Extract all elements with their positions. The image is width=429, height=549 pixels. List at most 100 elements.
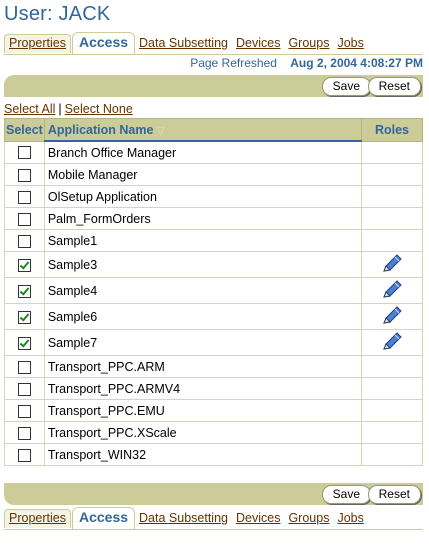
tab-data-subsetting-bottom[interactable]: Data Subsetting — [135, 510, 232, 528]
roles-cell — [361, 329, 423, 356]
selection-links: Select All | Select None — [4, 102, 133, 116]
application-name-cell: Transport_PPC.ARMV4 — [43, 377, 363, 400]
select-checkbox[interactable] — [17, 212, 31, 226]
select-checkbox[interactable] — [17, 190, 31, 204]
select-column-header: Select — [4, 118, 45, 142]
tab-groups[interactable]: Groups — [284, 35, 333, 53]
select-all-link[interactable]: Select All — [4, 102, 55, 116]
select-cell — [4, 421, 45, 444]
tab-devices[interactable]: Devices — [232, 35, 284, 53]
pencil-icon[interactable] — [381, 331, 403, 354]
application-name-header-label: Application Name — [47, 122, 154, 137]
roles-cell — [361, 185, 423, 208]
tab-groups-bottom[interactable]: Groups — [284, 510, 333, 528]
refresh-date: Aug 2, 2004 4:08:27 PM — [290, 56, 423, 70]
application-name-cell: Branch Office Manager — [43, 140, 363, 164]
select-checkbox[interactable] — [17, 168, 31, 182]
select-cell — [4, 251, 45, 278]
roles-cell — [361, 443, 423, 466]
select-cell — [4, 140, 45, 164]
applications-table: Select Application Name ▽ Roles Branch Of… — [4, 118, 423, 466]
select-cell — [4, 207, 45, 230]
select-cell — [4, 329, 45, 356]
select-checkbox[interactable] — [17, 146, 31, 160]
pencil-icon[interactable] — [381, 305, 403, 328]
table-row: Sample3 — [4, 251, 423, 278]
roles-cell — [361, 163, 423, 186]
tab-properties[interactable]: Properties — [4, 34, 71, 53]
table-row: Mobile Manager — [4, 163, 423, 186]
select-checkbox[interactable] — [17, 448, 31, 462]
roles-cell — [361, 377, 423, 400]
tab-jobs-bottom[interactable]: Jobs — [333, 510, 367, 528]
reset-button[interactable]: Reset — [367, 77, 421, 96]
select-checkbox[interactable] — [17, 234, 31, 248]
table-row: Transport_PPC.XScale — [4, 421, 423, 444]
select-checkbox[interactable] — [17, 404, 31, 418]
table-row: Sample4 — [4, 277, 423, 304]
save-button-bottom[interactable]: Save — [321, 485, 371, 504]
tab-access[interactable]: Access — [71, 32, 136, 54]
table-row: Palm_FormOrders — [4, 207, 423, 230]
tab-bar-top: Properties Access Data Subsetting Device… — [4, 32, 368, 54]
roles-cell — [361, 229, 423, 252]
pencil-icon[interactable] — [381, 279, 403, 302]
roles-cell — [361, 421, 423, 444]
table-header-row: Select Application Name ▽ Roles — [4, 118, 423, 142]
select-cell — [4, 355, 45, 378]
application-name-cell: Sample1 — [43, 229, 363, 252]
select-checkbox[interactable] — [17, 382, 31, 396]
table-row: Transport_WIN32 — [4, 443, 423, 466]
roles-cell — [361, 355, 423, 378]
table-row: Branch Office Manager — [4, 140, 423, 164]
select-cell — [4, 377, 45, 400]
roles-cell — [361, 207, 423, 230]
roles-cell — [361, 251, 423, 278]
select-checkbox[interactable] — [17, 310, 31, 324]
select-cell — [4, 399, 45, 422]
application-name-cell: Transport_WIN32 — [43, 443, 363, 466]
sort-ascending-icon: ▽ — [156, 124, 165, 137]
select-checkbox[interactable] — [17, 426, 31, 440]
page-title: User: JACK — [4, 3, 111, 25]
tab-divider-top — [4, 54, 423, 55]
application-name-cell: OlSetup Application — [43, 185, 363, 208]
button-bar-top: Save Reset — [4, 75, 423, 97]
table-row: Transport_PPC.ARMV4 — [4, 377, 423, 400]
tab-bar-bottom: Properties Access Data Subsetting Device… — [4, 507, 368, 529]
roles-column-header: Roles — [361, 118, 423, 142]
select-cell — [4, 185, 45, 208]
pencil-icon[interactable] — [381, 253, 403, 276]
select-checkbox[interactable] — [17, 258, 31, 272]
reset-button-bottom[interactable]: Reset — [367, 485, 421, 504]
application-name-cell: Sample6 — [43, 303, 363, 330]
application-name-column-header[interactable]: Application Name ▽ — [43, 118, 363, 142]
select-none-link[interactable]: Select None — [65, 102, 133, 116]
table-row: Sample1 — [4, 229, 423, 252]
refresh-label: Page Refreshed — [190, 56, 277, 70]
application-name-cell: Sample7 — [43, 329, 363, 356]
select-cell — [4, 443, 45, 466]
table-body: Branch Office Manager Mobile Manager OlSet… — [4, 140, 423, 466]
save-button[interactable]: Save — [321, 77, 371, 96]
select-cell — [4, 303, 45, 330]
select-cell — [4, 163, 45, 186]
select-checkbox[interactable] — [17, 284, 31, 298]
application-name-cell: Transport_PPC.XScale — [43, 421, 363, 444]
tab-devices-bottom[interactable]: Devices — [232, 510, 284, 528]
tab-data-subsetting[interactable]: Data Subsetting — [135, 35, 232, 53]
application-name-cell: Sample3 — [43, 251, 363, 278]
application-name-cell: Transport_PPC.EMU — [43, 399, 363, 422]
application-name-cell: Transport_PPC.ARM — [43, 355, 363, 378]
select-checkbox[interactable] — [17, 360, 31, 374]
roles-cell — [361, 303, 423, 330]
select-checkbox[interactable] — [17, 336, 31, 350]
tab-jobs[interactable]: Jobs — [333, 35, 367, 53]
table-row: Sample7 — [4, 329, 423, 356]
select-cell — [4, 229, 45, 252]
tab-properties-bottom[interactable]: Properties — [4, 509, 71, 528]
application-name-cell: Sample4 — [43, 277, 363, 304]
roles-cell — [361, 140, 423, 164]
selection-separator: | — [58, 102, 62, 116]
tab-access-bottom[interactable]: Access — [71, 507, 136, 529]
